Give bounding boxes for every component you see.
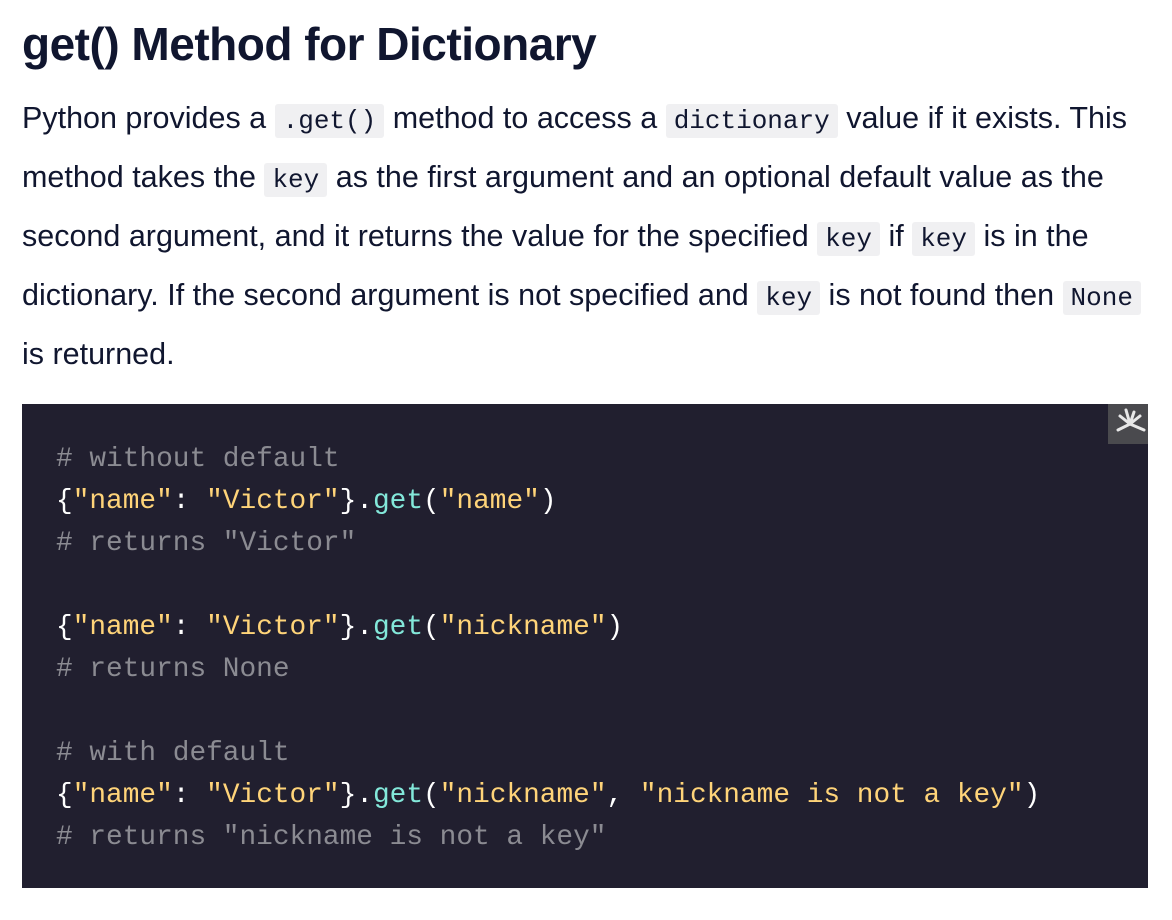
code-token-method: get [372, 780, 424, 811]
code-token-punct: }. [339, 612, 373, 643]
inline-code: key [817, 222, 880, 256]
inline-code: .get() [274, 104, 385, 138]
code-line: # returns None [56, 649, 1040, 691]
code-token-punct: : [172, 612, 207, 643]
page-title: get() Method for Dictionary [22, 18, 597, 70]
code-token-comment: # with default [56, 738, 290, 769]
code-token-punct: : [172, 780, 207, 811]
inline-code: key [264, 163, 328, 197]
code-token-punct: ) [539, 486, 557, 517]
code-token-string: "name" [72, 612, 173, 643]
text-run: is not found then [820, 278, 1063, 312]
code-token-punct: { [56, 486, 73, 517]
code-content: # without default {"name": "Victor"}.get(… [56, 439, 1040, 859]
code-token-punct: ) [1023, 780, 1041, 811]
code-token-string: "nickname" [439, 612, 607, 643]
code-token-comment: # returns "Victor" [56, 528, 357, 559]
code-token-punct: ( [423, 612, 440, 643]
code-token-method: get [372, 612, 424, 643]
code-line: {"name": "Victor"}.get("nickname") [56, 607, 1040, 649]
code-token-string: "name" [72, 486, 173, 517]
expand-icon-glyph [1116, 408, 1146, 432]
code-token-comment: # returns None [56, 654, 290, 685]
inline-code: None [1062, 281, 1141, 315]
code-token-punct: { [56, 612, 73, 643]
code-token-string: "name" [439, 486, 540, 517]
code-line: # returns "Victor" [56, 523, 1040, 565]
code-token-string: "Victor" [206, 486, 340, 517]
code-token-punct: ( [423, 486, 440, 517]
code-token-string: "nickname is not a key" [639, 780, 1024, 811]
code-token-punct: , [606, 780, 640, 811]
code-token-punct: : [172, 486, 207, 517]
code-line: {"name": "Victor"}.get("nickname", "nick… [56, 775, 1040, 817]
code-token-string: "name" [72, 780, 173, 811]
text-run: is returned. [22, 337, 175, 371]
code-line: # with default [56, 733, 1040, 775]
description-paragraph: Python provides a .get() method to acces… [22, 90, 1152, 382]
code-token-punct: }. [339, 486, 373, 517]
code-line: {"name": "Victor"}.get("name") [56, 481, 1040, 523]
text-run: Python provides a [22, 101, 275, 135]
code-token-punct: ) [606, 612, 624, 643]
code-token-string: "nickname" [439, 780, 607, 811]
text-run: if [879, 219, 913, 253]
code-token-punct: ( [423, 780, 440, 811]
inline-code: key [757, 281, 821, 315]
inline-code: dictionary [665, 104, 838, 138]
code-line: # without default [56, 439, 1040, 481]
code-block: # without default {"name": "Victor"}.get(… [22, 404, 1148, 888]
code-token-string: "Victor" [206, 780, 340, 811]
code-token-punct: }. [339, 780, 373, 811]
expand-icon[interactable] [1108, 404, 1148, 444]
code-token-comment: # without default [56, 444, 340, 475]
code-token-method: get [372, 486, 424, 517]
inline-code: key [912, 222, 975, 256]
code-token-punct: { [56, 780, 73, 811]
code-token-string: "Victor" [206, 612, 340, 643]
code-line: # returns "nickname is not a key" [56, 817, 1040, 859]
text-run: method to access a [384, 101, 666, 135]
code-token-comment: # returns "nickname is not a key" [56, 822, 607, 853]
